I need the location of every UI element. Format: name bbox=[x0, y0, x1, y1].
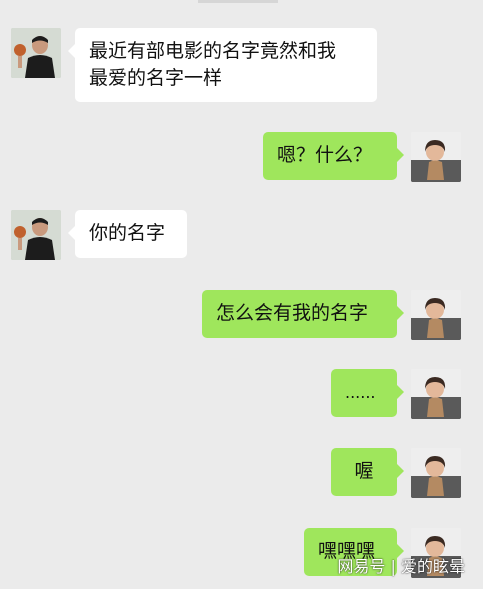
watermark: 网易号 | 爱的眩晕 bbox=[337, 557, 465, 576]
message-text-line: ...... bbox=[345, 383, 376, 402]
top-divider bbox=[198, 0, 278, 3]
message-text-line: 怎么会有我的名字 bbox=[216, 302, 369, 324]
girl-avatar[interactable] bbox=[411, 132, 461, 182]
message-text-line: 最爱的名字一样 bbox=[89, 67, 223, 89]
girl-avatar[interactable] bbox=[411, 369, 461, 419]
message-text-line: 最近有部电影的名字竟然和我 bbox=[89, 40, 337, 62]
sent-message-bubble[interactable]: 嗯？什么？ bbox=[263, 132, 404, 180]
girl-avatar[interactable] bbox=[411, 448, 461, 498]
message-text-line: 喔 bbox=[354, 460, 374, 482]
sent-message-bubble[interactable]: ...... bbox=[331, 369, 404, 417]
girl-avatar[interactable] bbox=[411, 290, 461, 340]
boy-avatar[interactable] bbox=[11, 210, 61, 260]
received-message-bubble[interactable]: 最近有部电影的名字竟然和我 最爱的名字一样 bbox=[68, 28, 377, 102]
boy-avatar[interactable] bbox=[11, 28, 61, 78]
sent-message-bubble[interactable]: 喔 bbox=[331, 448, 404, 496]
message-text-line: 你的名字 bbox=[89, 222, 166, 244]
message-text-line: 嗯？什么？ bbox=[277, 144, 373, 166]
received-message-bubble[interactable]: 你的名字 bbox=[68, 210, 187, 258]
sent-message-bubble[interactable]: 怎么会有我的名字 bbox=[202, 290, 404, 338]
